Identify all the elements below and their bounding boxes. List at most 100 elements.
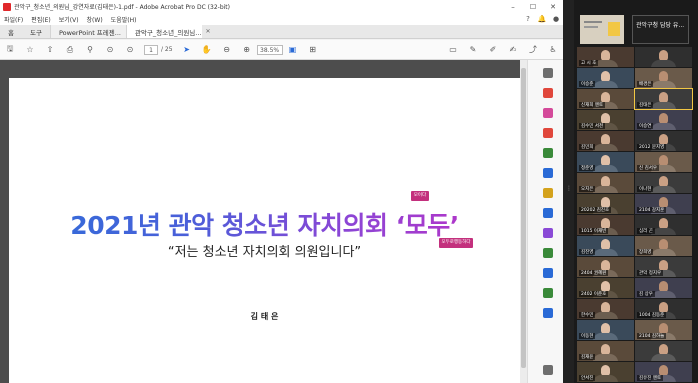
page-number-input[interactable]: 1 <box>144 44 158 55</box>
fit-page-icon[interactable]: ▣ <box>283 45 303 54</box>
maximize-icon[interactable]: ☐ <box>523 3 543 11</box>
participant-body <box>593 249 618 256</box>
zoom-out-icon[interactable]: ⊖ <box>217 45 237 54</box>
participant-tile[interactable]: 안서진 <box>577 362 634 382</box>
participant-tile[interactable]: 신 김서우 <box>635 152 692 172</box>
participant-tile[interactable]: 한수민 <box>577 299 634 319</box>
minimize-icon[interactable]: – <box>503 3 523 11</box>
participant-tile[interactable]: 김 상우 <box>635 278 692 298</box>
participant-tile[interactable]: 배경은 <box>635 68 692 88</box>
search-tool-icon[interactable] <box>543 68 553 78</box>
bookmark-star-icon[interactable]: ☆ <box>20 45 40 54</box>
sign-icon[interactable]: ✍ <box>503 45 523 54</box>
share-icon[interactable]: ⤴ <box>523 44 543 55</box>
participant-tile[interactable]: 김재윤 <box>577 341 634 361</box>
organize-pages-icon[interactable] <box>543 168 553 178</box>
menu-edit[interactable]: 편집(E) <box>27 15 55 24</box>
tab-document-1[interactable]: PowerPoint 프레젠... <box>49 25 126 38</box>
hand-tool-icon[interactable]: ✋ <box>197 45 217 54</box>
participant-tile[interactable]: 2012 문지영 <box>635 131 692 151</box>
participant-tile[interactable]: 관악 정지우 <box>635 257 692 277</box>
desktop: 관악구_청소년_의원님_강연자료(김태은)-1.pdf - Adobe Acro… <box>0 0 698 383</box>
close-tab-icon[interactable]: ✕ <box>205 28 210 35</box>
participant-tile[interactable]: 이나현 <box>635 173 692 193</box>
vertical-scrollbar[interactable] <box>520 60 527 383</box>
participant-body <box>593 312 618 319</box>
draw-icon[interactable]: ✐ <box>483 45 503 54</box>
participant-tile[interactable]: 이동현 <box>577 320 634 340</box>
participant-tile[interactable]: 김진영 <box>577 236 634 256</box>
tab-tools[interactable]: 도구 <box>22 25 50 38</box>
participant-tile[interactable]: 2402 이준호 <box>577 278 634 298</box>
menu-help[interactable]: 도움말(H) <box>107 15 141 24</box>
participant-tile[interactable]: 고 시 호 <box>577 47 634 67</box>
select-cursor-icon[interactable]: ➤ <box>177 45 197 54</box>
comment-icon[interactable]: ▭ <box>443 45 463 54</box>
page-up-icon[interactable]: ⊙ <box>100 45 120 54</box>
participant-tile[interactable]: 2104 김하늘 <box>635 320 692 340</box>
participant-tile[interactable]: 장희영 <box>635 236 692 256</box>
zoom-level-field[interactable]: 38.5% <box>256 44 283 55</box>
more-tools-icon[interactable] <box>543 308 553 318</box>
edit-pdf-icon[interactable] <box>543 148 553 158</box>
participant-tile[interactable]: 이승연 <box>635 110 692 130</box>
participant-tile[interactable]: 김태은 <box>634 88 693 110</box>
participant-tile[interactable]: 이승준 <box>577 68 634 88</box>
print-icon[interactable]: ⎙ <box>60 45 80 55</box>
tab-document-2[interactable]: 관악구_청소년_의원님... ✕ <box>125 25 211 38</box>
participant-tile[interactable]: 신재희 멘토 <box>577 89 634 109</box>
account-icon[interactable]: ● <box>549 15 563 23</box>
menu-window[interactable]: 창(W) <box>83 15 107 24</box>
participant-name: 2402 이준호 <box>579 291 609 297</box>
participant-tile[interactable]: 20202 김진호 <box>577 194 634 214</box>
participant-tile[interactable]: 1004 김동준 <box>635 299 692 319</box>
combine-files-icon[interactable] <box>543 108 553 118</box>
tab-home[interactable]: 홈 <box>0 25 22 38</box>
comment-tool-icon[interactable] <box>543 188 553 198</box>
scroll-mode-icon[interactable]: ⊞ <box>303 45 323 54</box>
zoom-search-icon[interactable]: ⚲ <box>80 45 100 54</box>
participant-tile[interactable] <box>635 47 692 67</box>
save-icon[interactable]: 🖫 <box>0 43 20 57</box>
participant-tile[interactable] <box>635 341 692 361</box>
fill-sign-icon[interactable] <box>543 288 553 298</box>
participant-tile[interactable]: 2104 강지훈 <box>635 194 692 214</box>
accessibility-icon[interactable]: ♿ <box>543 45 563 54</box>
participant-tile[interactable]: 김수민 서천 <box>577 110 634 130</box>
participant-tile[interactable]: 오지은 <box>577 173 634 193</box>
prepare-form-icon[interactable] <box>543 268 553 278</box>
print-production-icon[interactable] <box>543 248 553 258</box>
close-icon[interactable]: ✕ <box>543 3 563 11</box>
participant-tile[interactable]: 김유진 멘토 <box>635 362 692 382</box>
participant-body <box>651 60 676 67</box>
help-icon[interactable]: ? <box>521 15 535 23</box>
scrollbar-thumb[interactable] <box>521 68 526 368</box>
title-bar: 관악구_청소년_의원님_강연자료(김태은)-1.pdf - Adobe Acro… <box>0 0 563 13</box>
participant-name: 관악 정지우 <box>637 270 664 276</box>
splitter-grip-icon[interactable]: ⋮ <box>566 185 572 192</box>
collapse-pane-icon[interactable] <box>543 365 553 375</box>
participant-body <box>651 81 676 88</box>
zoom-in-icon[interactable]: ⊕ <box>237 45 257 54</box>
participant-tile[interactable]: 심리 곤 <box>635 215 692 235</box>
document-viewer[interactable]: 2021년 관악 청소년 자치의회 ‘모두’ 모이다 “저는 청소년 자치의회 … <box>0 60 527 383</box>
participant-body <box>651 249 676 256</box>
menu-view[interactable]: 보기(V) <box>55 15 83 24</box>
page-down-icon[interactable]: ⊙ <box>120 45 140 54</box>
scan-ocr-icon[interactable] <box>543 208 553 218</box>
highlight-pen-icon[interactable]: ✎ <box>463 45 483 54</box>
upload-icon[interactable]: ⇧ <box>40 45 60 54</box>
export-pdf-icon[interactable] <box>543 128 553 138</box>
participant-tile[interactable]: 정준영 <box>577 152 634 172</box>
participant-name: 김태은 <box>637 102 654 108</box>
create-pdf-icon[interactable] <box>543 88 553 98</box>
acrobat-app-icon <box>3 2 11 11</box>
protect-icon[interactable] <box>543 228 553 238</box>
participant-tile[interactable]: 김민희 <box>577 131 634 151</box>
splitter[interactable]: ⋮ <box>563 0 574 383</box>
menu-file[interactable]: 파일(F) <box>0 15 27 24</box>
participant-tile[interactable]: 1015 이재빈 <box>577 215 634 235</box>
participant-tile[interactable]: 2404 권혜원 <box>577 257 634 277</box>
bell-icon[interactable]: 🔔 <box>535 15 549 23</box>
participant-name: 2404 권혜원 <box>579 270 609 276</box>
